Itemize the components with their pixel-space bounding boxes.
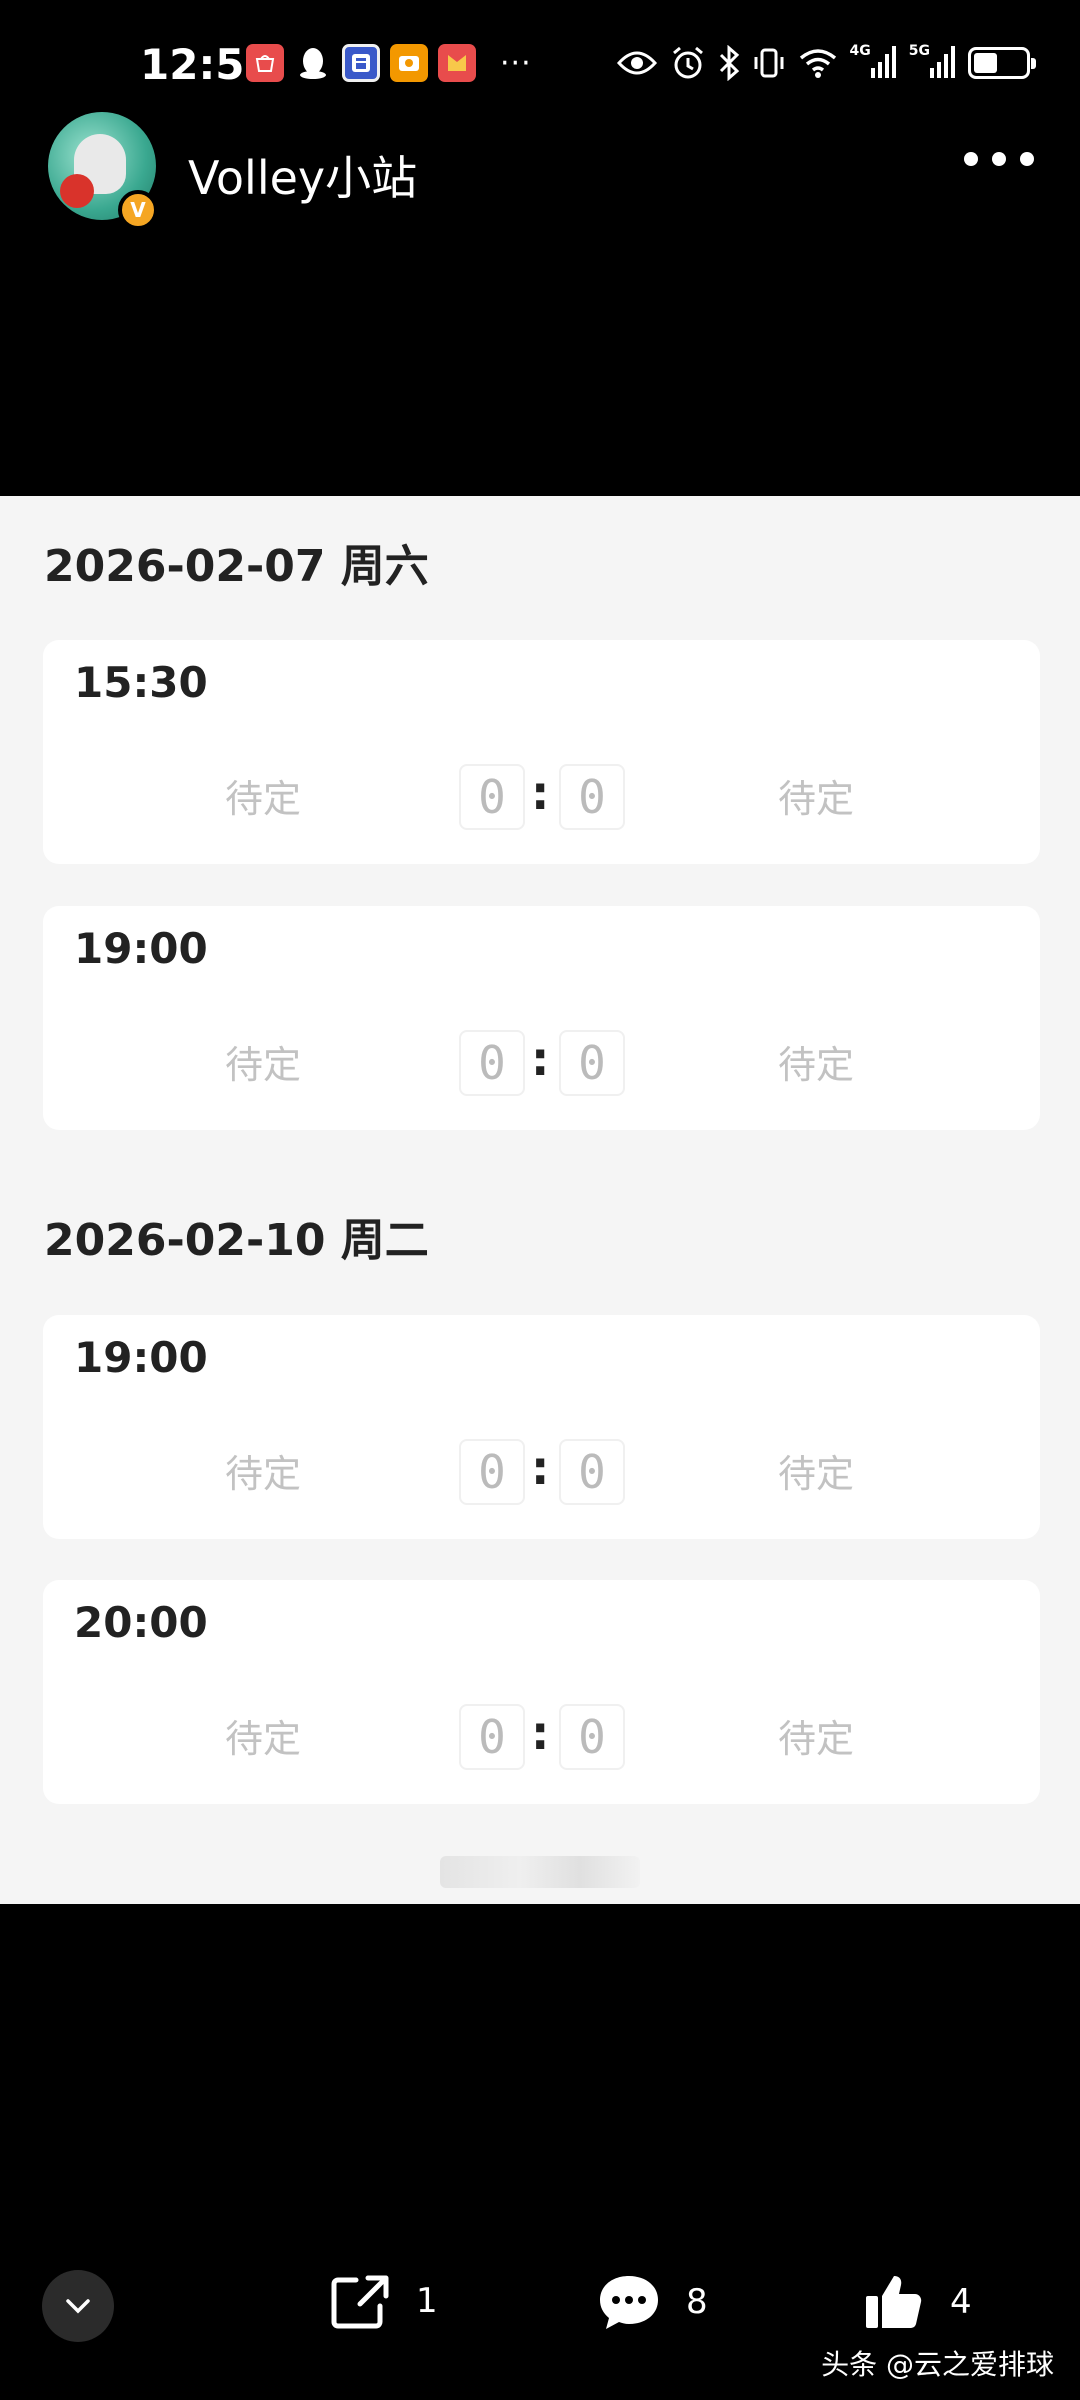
date-heading: 2026-02-07 周六 xyxy=(44,541,429,592)
score-separator: : xyxy=(531,1441,550,1495)
comment-icon xyxy=(600,2276,658,2329)
tieba-icon xyxy=(342,44,380,82)
like-count: 4 xyxy=(950,2282,972,2322)
vibrate-icon xyxy=(752,44,786,82)
away-team: 待定 xyxy=(778,1043,855,1087)
status-bar: 12:51 ··· 4G 5G xyxy=(0,0,1080,130)
more-dot xyxy=(1020,152,1034,166)
home-team: 待定 xyxy=(225,777,302,821)
match-card: 15:30 待定 0 : 0 待定 xyxy=(43,640,1040,864)
system-icons: 4G 5G xyxy=(616,44,1036,82)
match-time: 19:00 xyxy=(74,1333,208,1382)
notification-icons: ··· xyxy=(246,44,532,82)
away-score: 0 xyxy=(559,1439,625,1505)
away-team: 待定 xyxy=(778,777,855,821)
more-dot xyxy=(964,152,978,166)
home-score: 0 xyxy=(459,1030,525,1096)
blurred-watermark xyxy=(440,1856,640,1888)
home-score: 0 xyxy=(459,1704,525,1770)
match-time: 15:30 xyxy=(74,658,208,707)
account-name[interactable]: Volley小站 xyxy=(188,142,417,208)
more-dot xyxy=(992,152,1006,166)
share-icon xyxy=(331,2275,389,2329)
signal-4g-icon: 4G xyxy=(850,44,897,82)
chevron-down-icon xyxy=(66,2299,90,2314)
home-team: 待定 xyxy=(225,1452,302,1496)
collapse-button[interactable] xyxy=(42,2270,114,2342)
signal-5g-icon: 5G xyxy=(909,44,956,82)
more-options-icon[interactable] xyxy=(964,152,1034,166)
home-team: 待定 xyxy=(225,1043,302,1087)
away-score: 0 xyxy=(559,1030,625,1096)
score-separator: : xyxy=(531,1706,550,1760)
like-button[interactable]: 4 xyxy=(864,2272,972,2332)
wallet-icon xyxy=(390,44,428,82)
battery-level xyxy=(974,53,997,73)
away-score: 0 xyxy=(559,1704,625,1770)
share-button[interactable]: 1 xyxy=(330,2272,438,2330)
home-score: 0 xyxy=(459,1439,525,1505)
schedule-image[interactable]: 2026-02-07 周六 15:30 待定 0 : 0 待定 19:00 待定… xyxy=(0,496,1080,1904)
post-header: V Volley小站 xyxy=(0,112,1080,232)
away-score: 0 xyxy=(559,764,625,830)
eye-comfort-icon xyxy=(616,44,658,82)
match-time: 20:00 xyxy=(74,1598,208,1647)
score-separator: : xyxy=(531,1032,550,1086)
away-team: 待定 xyxy=(778,1452,855,1496)
bluetooth-icon xyxy=(718,44,740,82)
more-notifications-icon: ··· xyxy=(500,45,532,81)
score-separator: : xyxy=(531,766,550,820)
match-time: 19:00 xyxy=(74,924,208,973)
home-team: 待定 xyxy=(225,1717,302,1761)
huawei-appgallery-icon xyxy=(246,44,284,82)
qq-icon xyxy=(294,44,332,82)
battery-icon xyxy=(968,47,1036,79)
alarm-icon xyxy=(670,44,706,82)
source-watermark: 头条 @云之爱排球 xyxy=(821,2348,1054,2381)
thumbs-up-icon xyxy=(866,2276,922,2328)
date-heading: 2026-02-10 周二 xyxy=(44,1215,429,1266)
away-team: 待定 xyxy=(778,1717,855,1761)
match-card: 19:00 待定 0 : 0 待定 xyxy=(43,1315,1040,1539)
match-card: 20:00 待定 0 : 0 待定 xyxy=(43,1580,1040,1804)
bottom-action-bar: 1 8 4 xyxy=(0,2260,1080,2350)
comment-count: 8 xyxy=(686,2282,708,2322)
comment-button[interactable]: 8 xyxy=(596,2272,708,2332)
match-card: 19:00 待定 0 : 0 待定 xyxy=(43,906,1040,1130)
wifi-icon xyxy=(798,44,838,82)
avatar-ball xyxy=(60,174,94,208)
verified-badge: V xyxy=(118,190,158,230)
share-count: 1 xyxy=(416,2281,438,2321)
home-score: 0 xyxy=(459,764,525,830)
red-packet-icon xyxy=(438,44,476,82)
